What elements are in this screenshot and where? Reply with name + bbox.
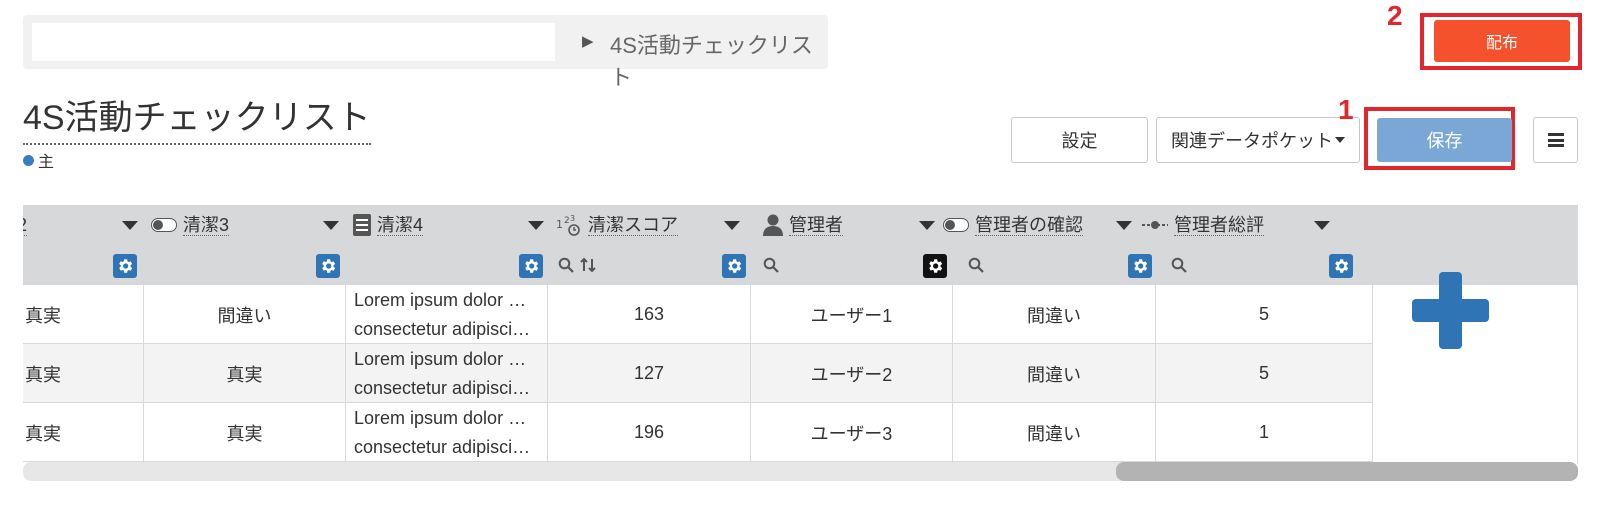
column-menu-chevron-icon[interactable] <box>1314 221 1330 230</box>
cell-text-line: Lorem ipsum dolor … <box>354 348 527 369</box>
user-icon <box>763 214 783 236</box>
column-menu-chevron-icon[interactable] <box>122 221 138 230</box>
table-cell[interactable]: Lorem ipsum dolor … consectetur adipisci… <box>346 344 548 403</box>
hamburger-icon <box>1547 133 1564 147</box>
breadcrumb: ▶ 4S活動チェックリスト <box>23 15 828 90</box>
page-title: 4S活動チェックリスト <box>23 90 371 145</box>
table-cell[interactable]: ユーザー2 <box>751 344 953 403</box>
column-header-2[interactable]: 2 <box>23 205 28 245</box>
breadcrumb-current: 4S活動チェックリスト <box>610 33 813 90</box>
column-header-manager-review[interactable]: 管理者総評 <box>1142 205 1264 245</box>
primary-dot-icon <box>23 154 34 166</box>
search-icon[interactable] <box>763 257 779 278</box>
table-cell[interactable]: 5 <box>1156 344 1373 403</box>
search-icon[interactable] <box>558 257 574 278</box>
column-header-clean4[interactable]: 清潔4 <box>353 205 424 245</box>
search-icon[interactable] <box>1171 257 1187 278</box>
annotation-number-1: 1 <box>1338 94 1354 125</box>
related-data-pocket-label: 関連データポケット <box>1171 131 1333 151</box>
table-cell[interactable]: 196 <box>548 403 751 462</box>
column-menu-chevron-icon[interactable] <box>528 221 544 230</box>
table-cell[interactable]: 163 <box>548 285 751 344</box>
table-cell[interactable]: 127 <box>548 344 751 403</box>
cell-text-line: consectetur adipisci… <box>354 377 531 398</box>
column-menu-chevron-icon[interactable] <box>724 221 740 230</box>
distribute-button[interactable]: 配布 <box>1434 20 1570 62</box>
table-cell[interactable]: ユーザー1 <box>751 285 953 344</box>
slider-icon <box>1142 220 1168 230</box>
table-cell[interactable]: 真実 <box>144 344 346 403</box>
column-label: 管理者 <box>789 214 843 236</box>
number-icon: 123 <box>556 214 582 236</box>
column-menu-chevron-icon[interactable] <box>919 221 935 230</box>
gear-icon[interactable] <box>1128 254 1152 278</box>
gear-icon[interactable] <box>923 254 947 278</box>
gear-icon[interactable] <box>316 254 340 278</box>
breadcrumb-parent-box[interactable] <box>32 23 555 61</box>
svg-text:1: 1 <box>556 218 563 231</box>
related-data-pocket-button[interactable]: 関連データポケット <box>1156 117 1360 163</box>
svg-text:2: 2 <box>564 216 570 226</box>
column-header-manager[interactable]: 管理者 <box>763 205 843 245</box>
column-label: 管理者総評 <box>1174 214 1264 236</box>
save-button[interactable]: 保存 <box>1377 118 1512 162</box>
column-label: 2 <box>23 215 28 236</box>
table-cell[interactable]: 真実 <box>23 285 144 344</box>
table-cell[interactable]: 間違い <box>953 344 1156 403</box>
column-menu-chevron-icon[interactable] <box>1116 221 1132 230</box>
gear-icon[interactable] <box>113 254 137 278</box>
add-column-plus-icon[interactable] <box>1412 272 1489 354</box>
scrollbar-thumb[interactable] <box>1116 462 1578 481</box>
table-cell[interactable]: 5 <box>1156 285 1373 344</box>
column-header-clean3[interactable]: 清潔3 <box>151 205 230 245</box>
table-cell[interactable]: 真実 <box>23 403 144 462</box>
table-cell[interactable]: Lorem ipsum dolor … consectetur adipisci… <box>346 403 548 462</box>
table-cell[interactable]: 真実 <box>144 403 346 462</box>
cell-text-line: consectetur adipisci… <box>354 436 531 457</box>
page-subtitle-text: 主 <box>38 154 55 171</box>
table-row[interactable]: 真実 真実 Lorem ipsum dolor … consectetur ad… <box>23 403 1373 462</box>
annotation-number-2: 2 <box>1387 0 1403 31</box>
chevron-down-icon <box>1335 137 1345 143</box>
table-row[interactable]: 真実 間違い Lorem ipsum dolor … consectetur a… <box>23 285 1373 344</box>
sort-icon[interactable] <box>580 257 596 278</box>
column-label: 管理者の確認 <box>975 214 1083 236</box>
table-cell[interactable]: 間違い <box>144 285 346 344</box>
document-icon <box>353 214 371 236</box>
menu-button[interactable] <box>1533 117 1578 163</box>
cell-text-line: Lorem ipsum dolor … <box>354 407 527 428</box>
cell-text-line: Lorem ipsum dolor … <box>354 289 527 310</box>
column-header-manager-confirm[interactable]: 管理者の確認 <box>943 205 1083 245</box>
column-menu-chevron-icon[interactable] <box>323 221 339 230</box>
toggle-icon <box>151 218 177 232</box>
settings-button[interactable]: 設定 <box>1011 117 1148 163</box>
table-cell[interactable]: ユーザー3 <box>751 403 953 462</box>
table-cell[interactable]: Lorem ipsum dolor … consectetur adipisci… <box>346 285 548 344</box>
table-row[interactable]: 真実 真実 Lorem ipsum dolor … consectetur ad… <box>23 344 1373 403</box>
breadcrumb-arrow-icon: ▶ <box>582 33 594 50</box>
gear-icon[interactable] <box>722 254 746 278</box>
column-label: 清潔3 <box>183 214 230 236</box>
search-icon[interactable] <box>968 257 984 278</box>
toggle-icon <box>943 218 969 232</box>
gear-icon[interactable] <box>1329 254 1353 278</box>
column-header-clean-score[interactable]: 123 清潔スコア <box>556 205 678 245</box>
data-table: 2 清潔3 清潔4 123 清潔スコア 管理者 管理者の確認 <box>23 205 1578 464</box>
svg-text:3: 3 <box>570 214 575 223</box>
table-cell[interactable]: 真実 <box>23 344 144 403</box>
column-label: 清潔スコア <box>588 214 678 236</box>
gear-icon[interactable] <box>519 254 543 278</box>
page-subtitle: 主 <box>23 148 54 172</box>
table-cell[interactable]: 間違い <box>953 285 1156 344</box>
cell-text-line: consectetur adipisci… <box>354 318 531 339</box>
table-cell[interactable]: 1 <box>1156 403 1373 462</box>
column-label: 清潔4 <box>377 214 424 236</box>
table-cell[interactable]: 間違い <box>953 403 1156 462</box>
